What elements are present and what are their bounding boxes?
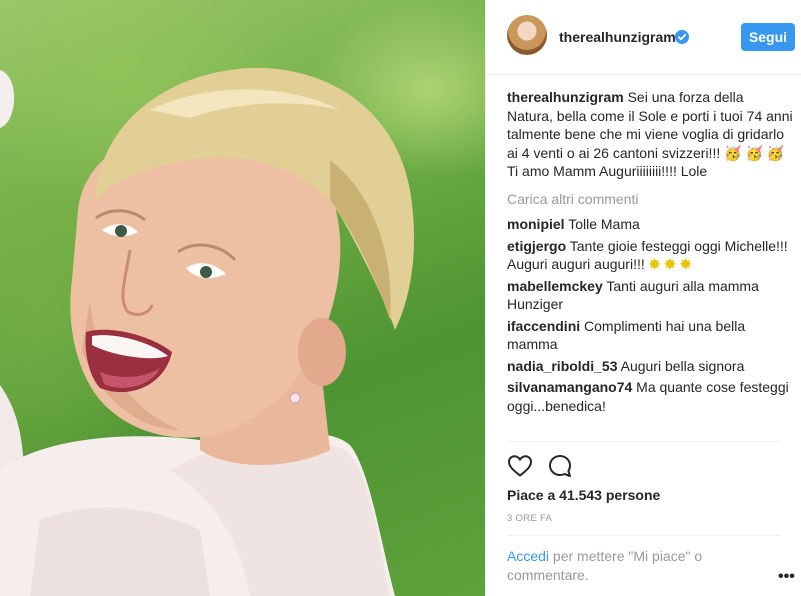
caption-username[interactable]: therealhunzigram <box>507 89 624 105</box>
comment-item: mabellemckey Tanti auguri alla mamma Hun… <box>507 277 793 314</box>
comment-username[interactable]: mabellemckey <box>507 278 603 294</box>
comment-username[interactable]: etigjergo <box>507 238 566 254</box>
comment-item: etigjergo Tante gioie festeggi oggi Mich… <box>507 237 793 274</box>
comment-username[interactable]: silvanamangano74 <box>507 379 632 395</box>
timestamp[interactable]: 3 ORE FA <box>507 513 552 524</box>
load-more-comments[interactable]: Carica altri commenti <box>507 190 793 209</box>
comments-list: therealhunzigram Sei una forza della Nat… <box>507 88 793 418</box>
comment-username[interactable]: nadia_riboldi_53 <box>507 358 617 374</box>
portrait-illustration <box>0 67 415 596</box>
verified-badge-icon <box>675 30 689 44</box>
comment-item: nadia_riboldi_53 Auguri bella signora <box>507 357 793 376</box>
comment-username[interactable]: ifaccendini <box>507 318 580 334</box>
login-link[interactable]: Accedi <box>507 548 549 564</box>
more-options-icon[interactable]: ••• <box>778 568 795 586</box>
post-photo[interactable] <box>0 0 485 596</box>
post-header: therealhunzigram Segui <box>486 0 801 75</box>
likes-count[interactable]: Piace a 41.543 persone <box>507 487 660 503</box>
follow-button[interactable]: Segui <box>741 23 795 51</box>
divider <box>507 535 781 536</box>
header-username[interactable]: therealhunzigram <box>559 29 676 45</box>
avatar[interactable] <box>507 15 547 55</box>
comment-text: Auguri bella signora <box>620 357 745 374</box>
comment-item: silvanamangano74 Ma quante cose festeggi… <box>507 378 793 415</box>
comment-icon[interactable] <box>547 453 573 479</box>
caption: therealhunzigram Sei una forza della Nat… <box>507 88 793 181</box>
comment-item: monipiel Tolle Mama <box>507 215 793 234</box>
divider <box>507 441 781 442</box>
post-side-panel: therealhunzigram Segui therealhunzigram … <box>485 0 801 596</box>
comment-item: ifaccendini Complimenti hai una bella ma… <box>507 317 793 354</box>
login-prompt: Accedi per mettere "Mi piace" o commenta… <box>507 547 747 585</box>
post-view: therealhunzigram Segui therealhunzigram … <box>0 0 801 596</box>
heart-icon[interactable] <box>507 453 533 479</box>
party-emoji: 🥳 🥳 🥳 <box>724 144 785 161</box>
caption-text-2: Ti amo Mamm Auguriiiiiiii!!!! Lole <box>507 163 708 179</box>
comment-text: Tolle Mama <box>568 216 640 232</box>
comment-username[interactable]: monipiel <box>507 216 565 232</box>
sparkle-emoji: ✸ ✸ ✸ <box>648 256 692 272</box>
